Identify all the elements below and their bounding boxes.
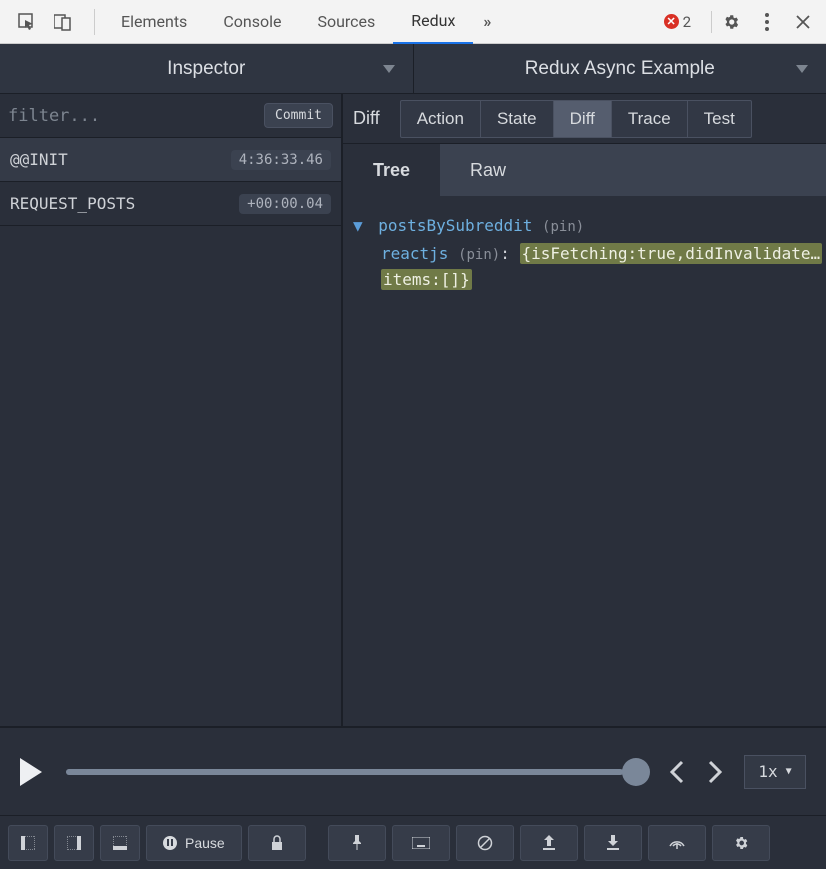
settings-button[interactable]	[712, 825, 770, 861]
detail-pane: Diff Action State Diff Trace Test Tree R…	[343, 94, 826, 726]
instance-selector[interactable]: Redux Async Example	[414, 44, 826, 93]
error-badge[interactable]: ✕ 2	[664, 13, 691, 31]
tree-node[interactable]: reactjs (pin): {isFetching:true,didInval…	[353, 241, 816, 292]
view-tab-row: Diff Action State Diff Trace Test	[343, 94, 826, 144]
tab-state[interactable]: State	[481, 101, 554, 137]
tree-node[interactable]: ▼ postsBySubreddit (pin)	[353, 216, 816, 235]
panel-selector-label: Inspector	[167, 58, 245, 80]
pause-icon	[163, 836, 177, 850]
lock-button[interactable]	[248, 825, 306, 861]
dock-right-icon[interactable]	[54, 825, 94, 861]
disable-button[interactable]	[456, 825, 514, 861]
download-button[interactable]	[584, 825, 642, 861]
tab-test[interactable]: Test	[688, 101, 751, 137]
step-forward-button[interactable]	[696, 758, 734, 786]
pin-button[interactable]	[328, 825, 386, 861]
pause-label: Pause	[185, 835, 225, 851]
action-row[interactable]: REQUEST_POSTS +00:00.04	[0, 182, 341, 226]
redux-header: Inspector Redux Async Example	[0, 44, 826, 94]
play-button[interactable]	[20, 758, 42, 786]
speed-label: 1x	[758, 762, 777, 781]
filter-input[interactable]	[8, 106, 264, 126]
close-icon[interactable]	[790, 9, 816, 35]
action-row[interactable]: @@INIT 4:36:33.46	[0, 138, 341, 182]
playback-bar: 1x ▼	[0, 727, 826, 815]
action-timestamp: 4:36:33.46	[231, 150, 331, 170]
state-tree: ▼ postsBySubreddit (pin) reactjs (pin): …	[343, 196, 826, 726]
chevron-down-icon	[383, 65, 395, 73]
tab-diff[interactable]: Diff	[554, 101, 612, 137]
keyboard-button[interactable]	[392, 825, 450, 861]
upload-button[interactable]	[520, 825, 578, 861]
gear-icon[interactable]	[718, 9, 744, 35]
remote-button[interactable]	[648, 825, 706, 861]
pin-label[interactable]: (pin)	[458, 247, 500, 263]
error-count: 2	[683, 13, 691, 31]
dock-left-icon[interactable]	[8, 825, 48, 861]
chevron-down-icon: ▼	[786, 766, 792, 777]
pin-label[interactable]: (pin)	[542, 219, 584, 235]
instance-selector-label: Redux Async Example	[525, 58, 715, 80]
action-timestamp: +00:00.04	[239, 194, 331, 214]
tree-value: items:[]}	[381, 269, 472, 290]
bottom-toolbar: Pause	[0, 815, 826, 869]
subtab-tree[interactable]: Tree	[343, 144, 440, 196]
error-icon: ✕	[664, 14, 679, 29]
redux-devtools: Inspector Redux Async Example Commit @@I…	[0, 44, 826, 869]
action-name: REQUEST_POSTS	[10, 194, 135, 213]
commit-button[interactable]: Commit	[264, 103, 333, 128]
tab-sources[interactable]: Sources	[299, 0, 393, 44]
dock-bottom-icon[interactable]	[100, 825, 140, 861]
tree-key: postsBySubreddit	[378, 216, 532, 235]
tree-value: {isFetching:true,didInvalidate…	[520, 243, 823, 264]
tab-redux[interactable]: Redux	[393, 0, 473, 44]
tab-elements[interactable]: Elements	[103, 0, 205, 44]
timeline-knob[interactable]	[622, 758, 650, 786]
filter-row: Commit	[0, 94, 341, 138]
devtools-tab-bar: Elements Console Sources Redux » ✕ 2	[0, 0, 826, 44]
subtab-raw[interactable]: Raw	[440, 144, 536, 196]
tab-action[interactable]: Action	[401, 101, 481, 137]
device-toggle-icon[interactable]	[50, 9, 76, 35]
subtab-row: Tree Raw	[343, 144, 826, 196]
action-name: @@INIT	[10, 150, 68, 169]
chevron-down-icon	[796, 65, 808, 73]
action-list-pane: Commit @@INIT 4:36:33.46 REQUEST_POSTS +…	[0, 94, 343, 726]
step-back-button[interactable]	[658, 758, 696, 786]
speed-selector[interactable]: 1x ▼	[744, 755, 806, 789]
tree-key: reactjs	[381, 244, 448, 263]
timeline-slider[interactable]	[66, 769, 634, 775]
inspect-icon[interactable]	[14, 9, 40, 35]
view-tab-label: Diff	[353, 108, 380, 129]
pause-button[interactable]: Pause	[146, 825, 242, 861]
collapse-arrow-icon[interactable]: ▼	[353, 216, 363, 235]
kebab-icon[interactable]	[754, 9, 780, 35]
tab-trace[interactable]: Trace	[612, 101, 688, 137]
panel-selector[interactable]: Inspector	[0, 44, 414, 93]
tabs-overflow[interactable]: »	[473, 0, 501, 44]
tab-console[interactable]: Console	[205, 0, 299, 44]
